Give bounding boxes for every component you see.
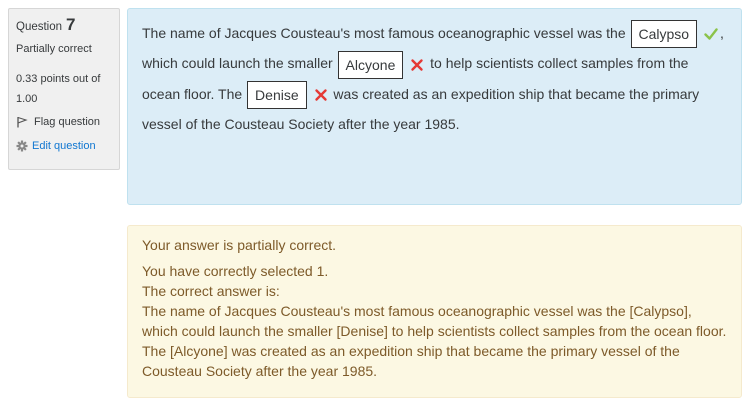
feedback-correct-heading: The correct answer is: — [142, 283, 280, 299]
question-label: Question — [16, 21, 63, 33]
question-number: Question 7 — [16, 15, 112, 37]
flag-question-link[interactable]: Flag question — [16, 116, 112, 128]
feedback-correct-answer: The name of Jacques Cousteau's most famo… — [142, 303, 727, 379]
flag-icon — [17, 116, 28, 128]
feedback-summary: Your answer is partially correct. — [142, 237, 337, 253]
answer-box-3[interactable]: Denise — [247, 80, 307, 109]
flag-question-label: Flag question — [34, 116, 101, 128]
feedback-panel: Your answer is partially correct. You ha… — [127, 225, 742, 398]
incorrect-cross-icon — [411, 58, 423, 71]
question-number-value: 7 — [66, 15, 76, 34]
gear-icon — [16, 140, 28, 152]
question-grade: 0.33 points out of 1.00 — [16, 73, 101, 105]
answer-box-1[interactable]: Calypso — [630, 20, 698, 49]
correct-check-icon — [704, 28, 718, 40]
question-state: Partially correct — [16, 43, 92, 55]
edit-question-label: Edit question — [32, 140, 96, 152]
question-content: The name of Jacques Cousteau's most famo… — [127, 8, 742, 205]
edit-question-link[interactable]: Edit question — [16, 140, 112, 152]
feedback-selected-count: You have correctly selected 1. — [142, 263, 329, 279]
question-info-panel: Question 7 Partially correct 0.33 points… — [8, 8, 120, 170]
incorrect-cross-icon — [314, 89, 327, 101]
question-text-1: The name of Jacques Cousteau's most famo… — [142, 25, 626, 41]
answer-box-2[interactable]: Alcyone — [337, 50, 404, 79]
